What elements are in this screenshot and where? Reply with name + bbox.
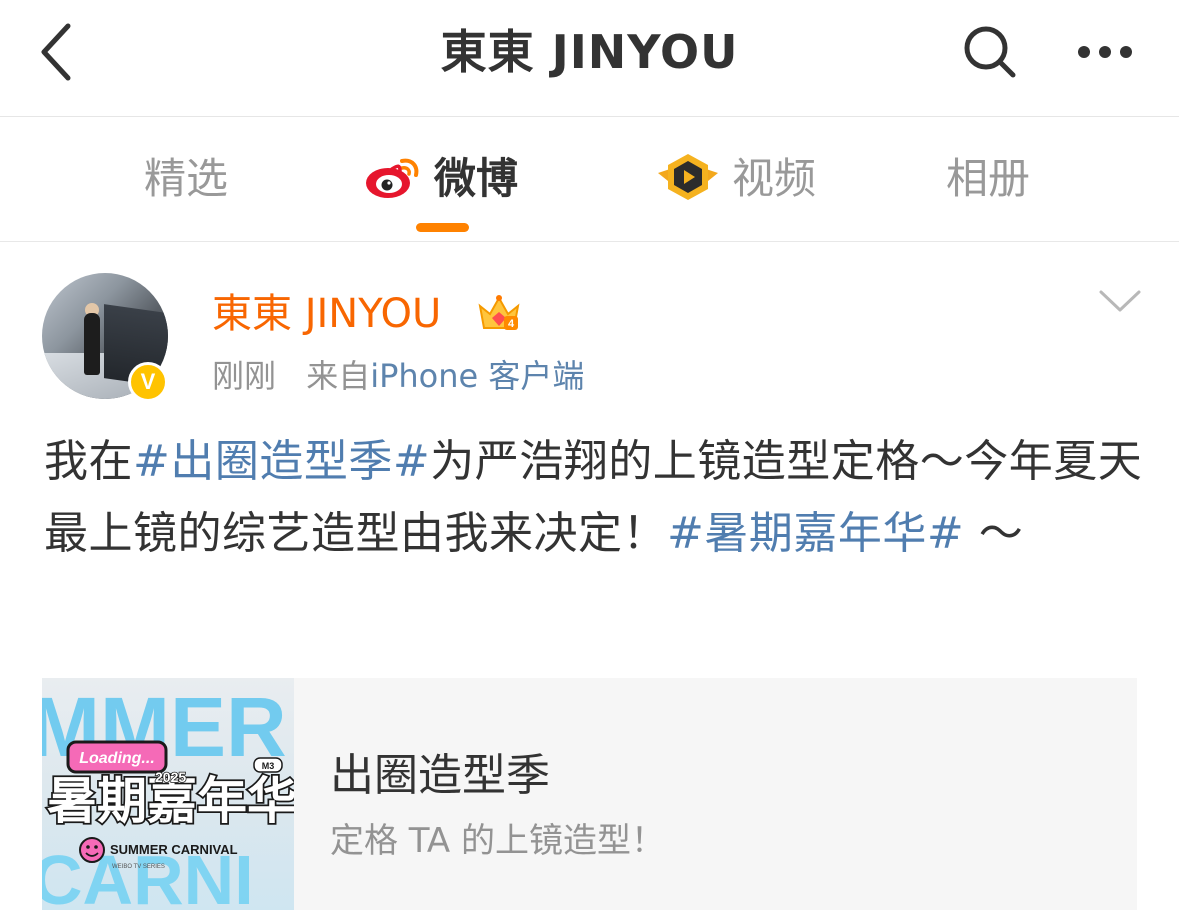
tab-label: 微博 xyxy=(434,154,519,203)
profile-tabs: 精选 微博 视频 相册 xyxy=(0,117,1179,242)
post-text-segment: ～ xyxy=(964,508,1024,559)
search-button[interactable] xyxy=(958,22,1022,82)
post-meta: 刚刚 来自iPhone 客户端 xyxy=(212,352,584,400)
summer-carnival-poster: MMER CARNI Loading... 暑期嘉年华 2025 M3 SUMM… xyxy=(42,680,294,910)
svg-text:SUMMER CARNIVAL: SUMMER CARNIVAL xyxy=(110,842,238,857)
svg-text:2025: 2025 xyxy=(155,769,186,785)
card-subtitle: 定格 TA 的上镜造型！ xyxy=(330,821,666,861)
svg-text:Loading...: Loading... xyxy=(79,750,155,767)
hashtag-link[interactable]: #暑期嘉年华# xyxy=(667,508,964,559)
video-badge-icon xyxy=(656,151,720,207)
tab-label: 视频 xyxy=(732,154,817,203)
chevron-down-icon[interactable] xyxy=(1098,286,1142,316)
post-content: 我在#出圈造型季#为严浩翔的上镜造型定格～今年夏天最上镜的综艺造型由我来决定！#… xyxy=(44,426,1144,570)
verified-badge-icon: V xyxy=(128,362,168,402)
more-dots-icon xyxy=(1078,46,1132,58)
weibo-logo-icon xyxy=(364,151,422,207)
topic-link-card[interactable]: MMER CARNI Loading... 暑期嘉年华 2025 M3 SUMM… xyxy=(42,678,1137,910)
svg-text:WEIBO TV SERIES: WEIBO TV SERIES xyxy=(112,864,165,870)
search-icon xyxy=(964,26,1016,78)
top-navigation-bar: 東東 JINYOU xyxy=(0,0,1179,117)
svg-text:M3: M3 xyxy=(262,761,275,771)
card-thumbnail: MMER CARNI Loading... 暑期嘉年华 2025 M3 SUMM… xyxy=(42,678,294,910)
author-name[interactable]: 東東 JINYOU xyxy=(212,288,441,340)
post-source[interactable]: iPhone 客户端 xyxy=(370,357,584,395)
source-prefix: 来自 xyxy=(306,357,371,395)
hashtag-link[interactable]: #出圈造型季# xyxy=(133,436,430,487)
tab-albums[interactable]: 相册 xyxy=(946,117,1030,241)
card-title: 出圈造型季 xyxy=(330,750,550,801)
tab-featured[interactable]: 精选 xyxy=(144,117,228,241)
crown-member-icon: 4 xyxy=(478,295,520,330)
post-text-segment: 我在 xyxy=(44,436,133,487)
post-time: 刚刚 xyxy=(212,357,277,395)
tab-video[interactable]: 视频 xyxy=(656,117,816,241)
active-tab-indicator xyxy=(416,223,469,232)
more-options-button[interactable] xyxy=(1070,22,1140,82)
crown-level-text: 4 xyxy=(508,318,515,330)
tab-label: 相册 xyxy=(946,154,1031,203)
tab-label: 精选 xyxy=(144,154,229,203)
